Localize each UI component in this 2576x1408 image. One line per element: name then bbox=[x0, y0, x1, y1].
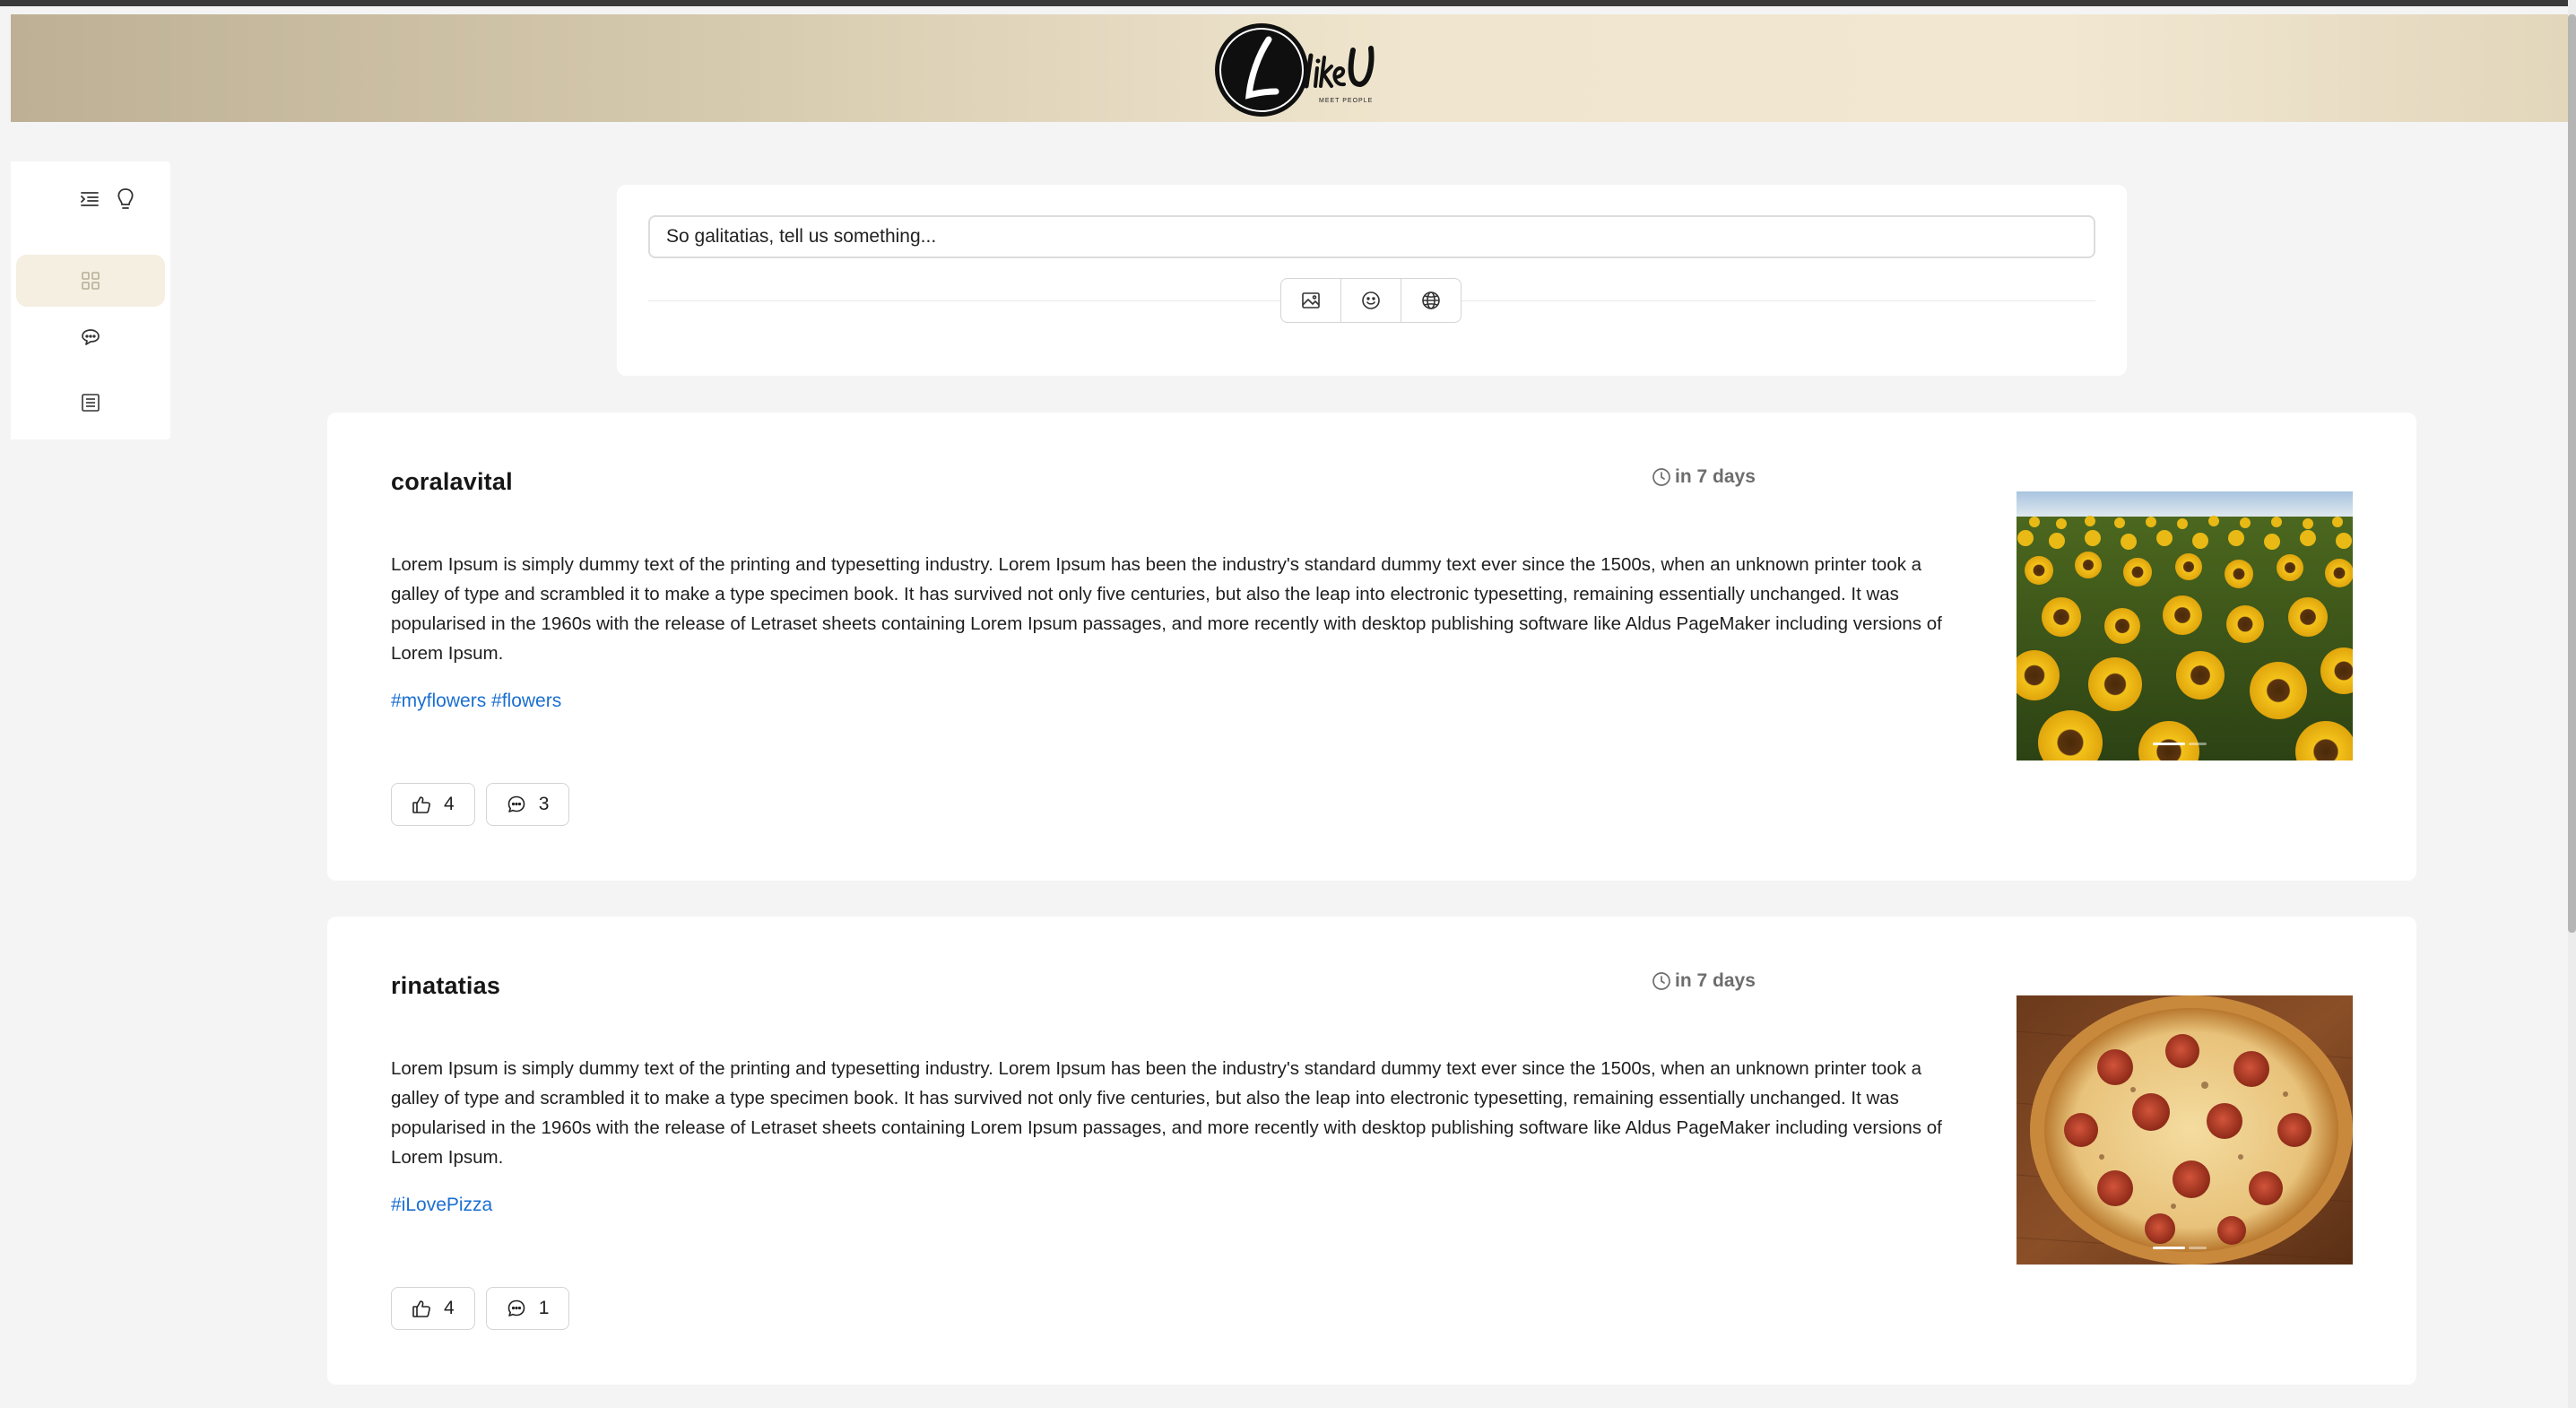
post-card: coralavital in 7 days Lorem Ipsum is sim… bbox=[327, 413, 2416, 881]
sidebar-top-controls bbox=[11, 178, 170, 221]
logo-tagline: MEET PEOPLE bbox=[1319, 98, 1373, 104]
lightbulb-icon[interactable] bbox=[115, 187, 136, 212]
composer-divider-left bbox=[648, 300, 1280, 301]
post-actions: 4 1 bbox=[391, 1287, 570, 1330]
clock-icon bbox=[1652, 971, 1671, 991]
thumbs-up-icon bbox=[412, 795, 431, 814]
post-actions: 4 3 bbox=[391, 783, 570, 826]
post-image-pizza[interactable] bbox=[2017, 995, 2353, 1265]
post-hashtags[interactable]: #myflowers #flowers bbox=[391, 691, 561, 712]
post-body: Lorem Ipsum is simply dummy text of the … bbox=[391, 554, 1942, 664]
list-icon bbox=[81, 393, 100, 413]
chat-bubbles-icon bbox=[79, 327, 102, 349]
carousel-dot bbox=[2189, 743, 2207, 745]
comment-button[interactable]: 1 bbox=[485, 1287, 570, 1330]
like-count: 4 bbox=[444, 794, 455, 814]
window-top-border bbox=[0, 0, 2576, 6]
thumbs-up-icon bbox=[412, 1299, 431, 1318]
comment-icon bbox=[507, 795, 526, 814]
image-icon bbox=[1301, 291, 1321, 309]
like-count: 4 bbox=[444, 1298, 455, 1318]
post-timestamp: in 7 days bbox=[1652, 466, 1756, 488]
composer-divider-right bbox=[1461, 300, 2095, 301]
post-author[interactable]: rinatatias bbox=[391, 972, 500, 1000]
emoji-icon bbox=[1361, 291, 1381, 310]
page-scrollbar-thumb[interactable] bbox=[2568, 14, 2576, 933]
composer-tools bbox=[1280, 278, 1461, 323]
post-image-sunflowers[interactable] bbox=[2017, 491, 2353, 760]
add-emoji-button[interactable] bbox=[1341, 279, 1401, 322]
sidebar-item-list[interactable] bbox=[16, 377, 165, 429]
post-body: Lorem Ipsum is simply dummy text of the … bbox=[391, 1058, 1942, 1168]
post-card: rinatatias in 7 days Lorem Ipsum is simp… bbox=[327, 917, 2416, 1385]
carousel-dot bbox=[2189, 1247, 2207, 1249]
comment-button[interactable]: 3 bbox=[485, 783, 570, 826]
comment-icon bbox=[507, 1299, 526, 1318]
carousel-dot-active bbox=[2153, 743, 2185, 745]
sidebar-item-chat[interactable] bbox=[16, 312, 165, 364]
post-hashtags[interactable]: #iLovePizza bbox=[391, 1195, 492, 1216]
post-author[interactable]: coralavital bbox=[391, 468, 513, 496]
post-timestamp: in 7 days bbox=[1652, 970, 1756, 992]
outdent-icon[interactable] bbox=[79, 188, 100, 210]
post-composer bbox=[617, 185, 2127, 376]
like-button[interactable]: 4 bbox=[391, 1287, 475, 1330]
app-header: MEET PEOPLE bbox=[11, 14, 2568, 122]
post-time-label: in 7 days bbox=[1675, 466, 1756, 487]
comment-count: 1 bbox=[538, 1298, 550, 1318]
post-time-label: in 7 days bbox=[1675, 970, 1756, 991]
visibility-button[interactable] bbox=[1401, 279, 1461, 322]
comment-count: 3 bbox=[538, 794, 550, 814]
like-button[interactable]: 4 bbox=[391, 783, 475, 826]
add-image-button[interactable] bbox=[1281, 279, 1341, 322]
globe-icon bbox=[1421, 291, 1441, 310]
carousel-dot-active bbox=[2153, 1247, 2185, 1249]
sidebar-item-feed[interactable] bbox=[16, 255, 165, 307]
composer-input[interactable] bbox=[648, 215, 2095, 258]
sidebar bbox=[11, 161, 170, 439]
app-logo[interactable]: MEET PEOPLE bbox=[1210, 20, 1389, 117]
clock-icon bbox=[1652, 467, 1671, 487]
grid-icon bbox=[81, 271, 100, 291]
